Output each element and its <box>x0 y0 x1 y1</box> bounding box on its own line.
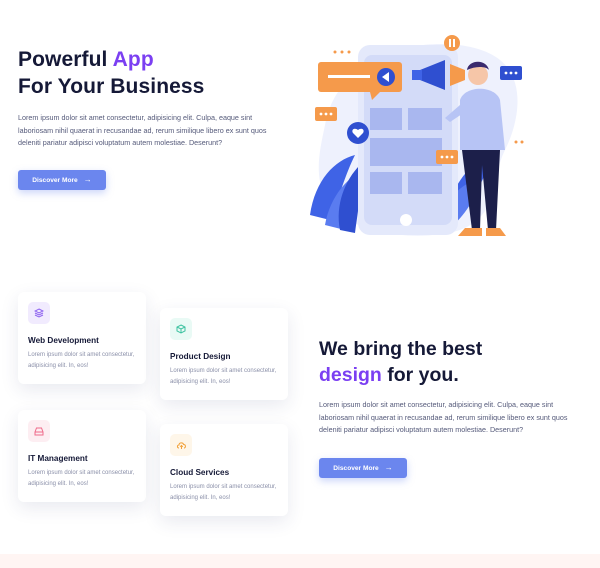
button-label: Discover More <box>333 464 379 472</box>
hero-title-accent: App <box>112 48 154 71</box>
hero-description: Lorem ipsum dolor sit amet consectetur, … <box>18 113 267 147</box>
hard-drive-icon <box>28 420 50 442</box>
service-card-cloud-services[interactable]: Cloud Services Lorem ipsum dolor sit ame… <box>160 424 288 516</box>
cloud-upload-icon <box>170 434 192 456</box>
service-card-it-management[interactable]: IT Management Lorem ipsum dolor sit amet… <box>18 410 146 502</box>
cube-icon <box>170 318 192 340</box>
section-title-accent: design <box>319 364 382 386</box>
service-card-title: Cloud Services <box>170 468 230 477</box>
service-card-title: Web Development <box>28 336 99 345</box>
service-card-text: Lorem ipsum dolor sit amet consectetur, … <box>28 470 135 487</box>
hero-title: Powerful App For Your Business <box>18 46 204 100</box>
hero-title-line2: For Your Business <box>18 75 205 98</box>
service-card-text: Lorem ipsum dolor sit amet consectetur, … <box>28 352 135 369</box>
section-discover-more-button[interactable]: Discover More → <box>319 458 407 478</box>
next-section-background <box>0 554 600 568</box>
service-card-web-development[interactable]: Web Development Lorem ipsum dolor sit am… <box>18 292 146 384</box>
service-card-product-design[interactable]: Product Design Lorem ipsum dolor sit ame… <box>160 308 288 400</box>
service-card-text: Lorem ipsum dolor sit amet consectetur, … <box>170 368 277 385</box>
section-title: We bring the best design for you. <box>319 336 482 388</box>
hero-illustration <box>300 30 530 245</box>
hero-discover-more-button[interactable]: Discover More → <box>18 170 106 190</box>
section-title-line1: We bring the best <box>319 338 483 360</box>
service-card-title: Product Design <box>170 352 231 361</box>
arrow-right-icon: → <box>83 175 92 184</box>
service-card-text: Lorem ipsum dolor sit amet consectetur, … <box>170 484 277 501</box>
section-title-rest: for you. <box>381 364 459 386</box>
service-card-title: IT Management <box>28 454 88 463</box>
button-label: Discover More <box>32 176 78 184</box>
hero-title-part: Powerful <box>18 48 113 71</box>
section-description: Lorem ipsum dolor sit amet consectetur, … <box>319 400 568 434</box>
arrow-right-icon: → <box>384 463 393 472</box>
layers-icon <box>28 302 50 324</box>
